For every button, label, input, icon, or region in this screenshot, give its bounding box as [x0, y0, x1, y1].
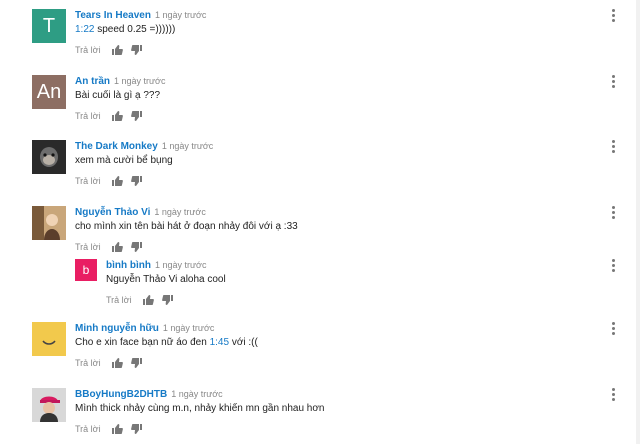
comment-text-rest: với :((: [229, 337, 258, 348]
timestamp-link[interactable]: 1:22: [75, 24, 94, 35]
comment-text-rest: speed 0.25 =)))))): [94, 24, 176, 35]
thumb-down-icon[interactable]: [130, 175, 143, 187]
thumb-down-icon[interactable]: [130, 357, 143, 369]
avatar-letter: An: [36, 80, 62, 103]
avatar[interactable]: b: [75, 259, 97, 281]
comment-actions: Trả lời: [75, 44, 632, 56]
comment-time[interactable]: 1 ngày trước: [114, 76, 165, 86]
reply-button[interactable]: Trả lời: [75, 358, 101, 368]
scrollbar[interactable]: [636, 0, 640, 444]
comment-text: cho mình xin tên bài hát ở đoạn nhảy đôi…: [75, 221, 298, 232]
thumb-down-icon[interactable]: [130, 241, 143, 253]
comment-actions: Trả lời: [75, 175, 632, 187]
comment-text: 1:22 speed 0.25 =)))))): [75, 24, 632, 36]
reply-button[interactable]: Trả lời: [75, 242, 101, 252]
comment-actions: Trả lời: [75, 423, 632, 435]
comment-time[interactable]: 1 ngày trước: [154, 207, 205, 217]
comment-author[interactable]: BBoyHungB2DHTB: [75, 389, 167, 400]
comment-actions: Trả lời: [75, 357, 632, 369]
monkey-avatar-image: [32, 140, 66, 174]
avatar-letter: T: [42, 14, 56, 37]
comment-author[interactable]: An trần: [75, 76, 110, 87]
comment-author[interactable]: Nguyễn Thảo Vi: [75, 207, 150, 218]
thumb-down-icon[interactable]: [130, 110, 143, 122]
comment-text: Mình thick nhảy cùng m.n, nhảy khiến mn …: [75, 403, 325, 414]
comment-time[interactable]: 1 ngày trước: [171, 389, 222, 399]
reply-button[interactable]: Trả lời: [106, 295, 132, 305]
comment-actions: Trả lời: [75, 110, 632, 122]
comment-actions: Trả lời: [106, 294, 632, 306]
reply-button[interactable]: Trả lời: [75, 45, 101, 55]
comment-author[interactable]: The Dark Monkey: [75, 141, 158, 152]
comment-time[interactable]: 1 ngày trước: [155, 10, 206, 20]
comment-time[interactable]: 1 ngày trước: [163, 323, 214, 333]
reply-button[interactable]: Trả lời: [75, 111, 101, 121]
avatar[interactable]: [32, 322, 66, 356]
more-menu-icon[interactable]: [610, 259, 616, 273]
comment-text: Cho e xin face bạn nữ áo đen 1:45 với :(…: [75, 337, 632, 349]
comment-time[interactable]: 1 ngày trước: [155, 260, 206, 270]
avatar[interactable]: [32, 206, 66, 240]
avatar[interactable]: T: [32, 9, 66, 43]
thumb-up-icon[interactable]: [111, 423, 123, 435]
reply-button[interactable]: Trả lời: [75, 176, 101, 186]
comment-actions: Trả lời: [75, 241, 632, 253]
avatar[interactable]: [32, 140, 66, 174]
avatar[interactable]: An: [32, 75, 66, 109]
thumb-up-icon[interactable]: [111, 44, 123, 56]
thumb-up-icon[interactable]: [111, 175, 123, 187]
comment-time[interactable]: 1 ngày trước: [162, 141, 213, 151]
timestamp-link[interactable]: 1:45: [210, 337, 229, 348]
more-menu-icon[interactable]: [610, 75, 616, 89]
more-menu-icon[interactable]: [610, 9, 616, 23]
more-menu-icon[interactable]: [610, 322, 616, 336]
smiley-avatar: [32, 322, 66, 356]
reply-button[interactable]: Trả lời: [75, 424, 101, 434]
thumb-up-icon[interactable]: [111, 357, 123, 369]
avatar[interactable]: [32, 388, 66, 422]
thumb-down-icon[interactable]: [130, 423, 143, 435]
user-photo-avatar: [32, 206, 66, 240]
thumb-down-icon[interactable]: [161, 294, 174, 306]
comment-text: xem mà cười bể bụng: [75, 155, 173, 166]
avatar-letter: b: [82, 263, 90, 277]
comment-author[interactable]: Minh nguyễn hữu: [75, 323, 159, 334]
comment-text: Nguyễn Thảo Vi aloha cool: [106, 274, 226, 285]
more-menu-icon[interactable]: [610, 140, 616, 154]
user-photo-avatar: [32, 388, 66, 422]
more-menu-icon[interactable]: [610, 388, 616, 402]
thumb-down-icon[interactable]: [130, 44, 143, 56]
more-menu-icon[interactable]: [610, 206, 616, 220]
comment-text: Bài cuối là gì ạ ???: [75, 90, 161, 101]
thumb-up-icon[interactable]: [111, 110, 123, 122]
comment-author[interactable]: Tears In Heaven: [75, 10, 151, 21]
thumb-up-icon[interactable]: [111, 241, 123, 253]
thumb-up-icon[interactable]: [142, 294, 154, 306]
comment-text-pre: Cho e xin face bạn nữ áo đen: [75, 337, 210, 348]
comment-author[interactable]: bình bình: [106, 260, 151, 271]
